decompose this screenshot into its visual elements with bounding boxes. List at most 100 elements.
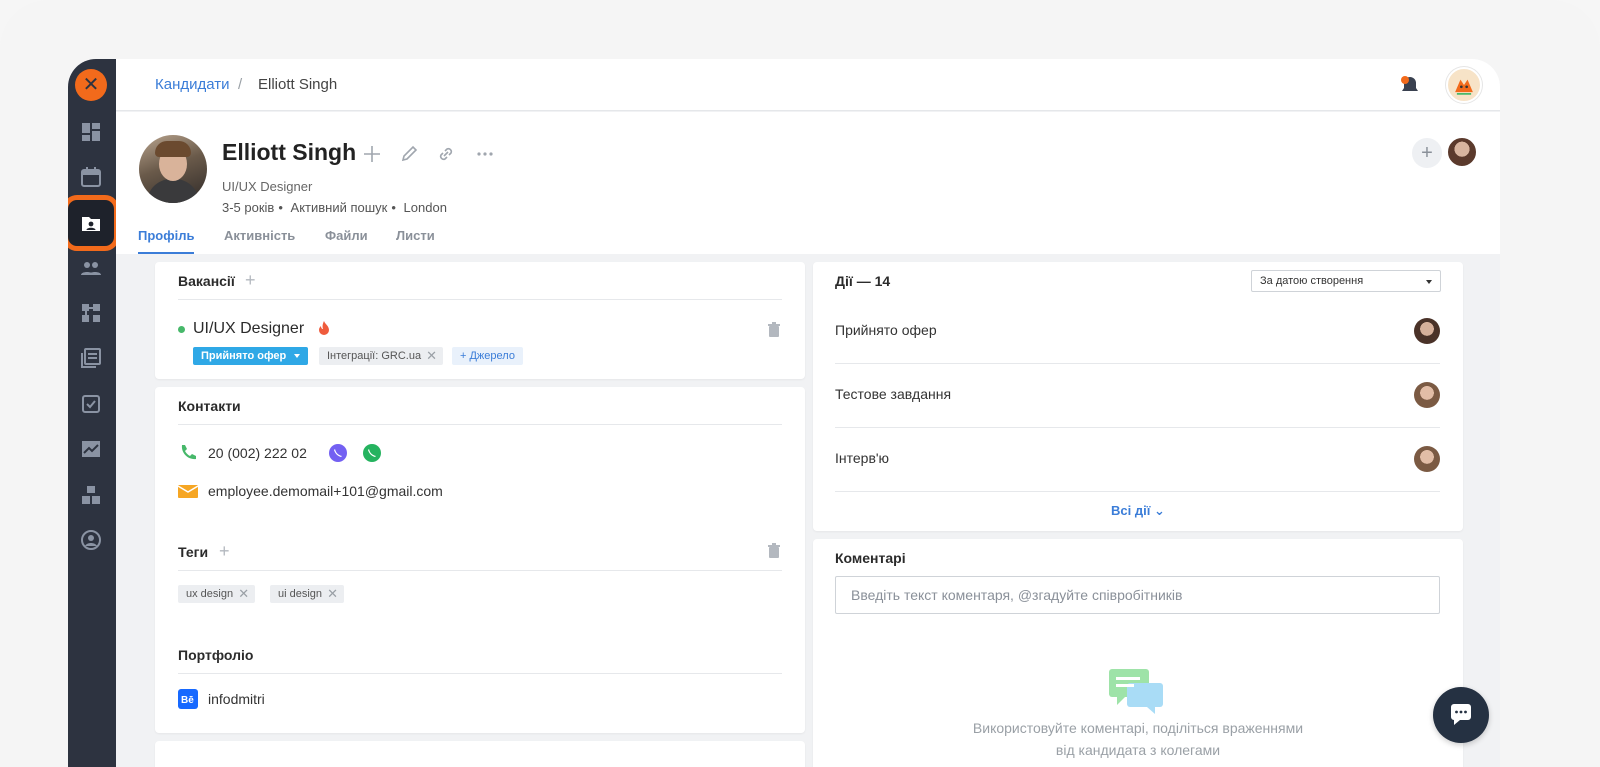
chat-support-button[interactable] bbox=[1433, 687, 1489, 743]
tag-label: ux design bbox=[186, 588, 234, 600]
library-icon[interactable] bbox=[80, 347, 102, 369]
email-address[interactable]: employee.demomail+101@gmail.com bbox=[208, 483, 443, 499]
candidate-role: UI/UX Designer bbox=[222, 179, 313, 194]
divider bbox=[178, 424, 782, 425]
tag-chip: ui design ✕ bbox=[270, 585, 345, 603]
actions-card: Дії — 14 За датою створення Прийнято офе… bbox=[813, 262, 1463, 531]
email-icon bbox=[178, 485, 198, 498]
tab-activity[interactable]: Активність bbox=[224, 228, 295, 243]
vacancies-title: Вакансії bbox=[178, 273, 235, 289]
candidates-folder-icon bbox=[82, 217, 100, 231]
behance-icon: Bē bbox=[178, 689, 198, 709]
divider bbox=[178, 673, 782, 674]
candidate-header: Elliott Singh UI/UX Designer 3-5 років • … bbox=[116, 112, 1500, 254]
comments-title: Коментарі bbox=[835, 550, 906, 566]
remove-tag-icon[interactable]: ✕ bbox=[327, 585, 338, 603]
hot-fire-icon bbox=[317, 320, 331, 336]
source-chip-label: Інтеграції: GRC.ua bbox=[327, 350, 422, 362]
tag-chip: ux design ✕ bbox=[178, 585, 256, 603]
notifications-icon[interactable] bbox=[1398, 73, 1422, 97]
actions-sort-select[interactable]: За датою створення bbox=[1251, 270, 1441, 292]
add-source-label: Джерело bbox=[469, 350, 515, 362]
edit-pencil-icon[interactable] bbox=[399, 144, 419, 164]
comments-empty-icon bbox=[1109, 667, 1165, 715]
source-chip: Інтеграції: GRC.ua ✕ bbox=[319, 347, 444, 365]
top-bar: Кандидати / Elliott Singh bbox=[116, 59, 1500, 111]
action-item[interactable]: Прийнято офер bbox=[835, 300, 1440, 364]
search-status-text: Активний пошук bbox=[290, 200, 388, 215]
whatsapp-icon[interactable] bbox=[362, 443, 382, 463]
breadcrumb-current: Elliott Singh bbox=[258, 76, 338, 93]
vacancy-status-dropdown[interactable]: Прийнято офер bbox=[193, 347, 309, 365]
add-source-button[interactable]: + Джерело bbox=[452, 347, 523, 365]
action-author-avatar bbox=[1414, 318, 1440, 344]
tab-profile[interactable]: Профіль bbox=[138, 228, 195, 254]
responsible-avatar[interactable] bbox=[1446, 136, 1478, 168]
all-actions-link[interactable]: Всі дії ⌄ bbox=[813, 503, 1463, 519]
link-icon[interactable] bbox=[436, 144, 456, 164]
actions-title: Дії — 14 bbox=[835, 273, 891, 289]
contacts-title: Контакти bbox=[178, 398, 241, 414]
more-options-icon[interactable] bbox=[475, 144, 495, 164]
tab-files[interactable]: Файли bbox=[325, 228, 368, 243]
app-window: ✕ Кандидати / Elliott Singh Elliott Sing… bbox=[68, 59, 1500, 767]
action-author-avatar bbox=[1414, 446, 1440, 472]
svg-text:Bē: Bē bbox=[181, 695, 194, 706]
action-label: Прийнято офер bbox=[835, 322, 937, 338]
action-item[interactable]: Тестове завдання bbox=[835, 364, 1440, 428]
comments-card: Коментарі Введіть текст коментаря, @згад… bbox=[813, 539, 1463, 767]
tag-label: ui design bbox=[278, 588, 323, 600]
integrations-icon[interactable] bbox=[80, 484, 102, 506]
behance-link[interactable]: infodmitri bbox=[208, 691, 265, 707]
comment-input[interactable]: Введіть текст коментаря, @згадуйте співр… bbox=[835, 576, 1440, 614]
calendar-icon[interactable] bbox=[80, 166, 102, 188]
location-text: London bbox=[403, 200, 447, 215]
fox-mascot-icon bbox=[1455, 79, 1473, 95]
action-author-avatar bbox=[1414, 382, 1440, 408]
divider bbox=[835, 491, 1440, 492]
phone-icon bbox=[181, 445, 196, 460]
add-icon[interactable] bbox=[362, 144, 382, 164]
phone-number[interactable]: 20 (002) 222 02 bbox=[208, 445, 307, 461]
tasks-icon[interactable] bbox=[80, 393, 102, 415]
divider bbox=[178, 570, 782, 571]
account-icon[interactable] bbox=[80, 529, 102, 551]
sidebar: ✕ bbox=[68, 59, 119, 767]
sidebar-item-candidates[interactable] bbox=[68, 195, 119, 251]
pipeline-icon[interactable] bbox=[80, 302, 102, 324]
analytics-icon[interactable] bbox=[80, 438, 102, 460]
remove-chip-icon[interactable]: ✕ bbox=[426, 347, 437, 365]
all-actions-label: Всі дії bbox=[1111, 503, 1151, 518]
chat-bubble-icon bbox=[1451, 704, 1471, 725]
tags-title: Теги bbox=[178, 544, 209, 560]
add-tag-icon[interactable]: + bbox=[219, 541, 230, 562]
vacancies-card: Вакансії + UI/UX Designer Прийнято офер … bbox=[155, 262, 805, 379]
comments-empty-text: Використовуйте коментарі, поділіться вра… bbox=[972, 720, 1304, 758]
delete-vacancy-icon[interactable] bbox=[767, 322, 781, 338]
candidate-meta: 3-5 років • Активний пошук • London bbox=[222, 200, 451, 215]
breadcrumb-candidates-link[interactable]: Кандидати bbox=[155, 76, 230, 93]
logo-x-icon: ✕ bbox=[82, 74, 100, 96]
meta-dot: • bbox=[391, 200, 396, 215]
tab-emails[interactable]: Листи bbox=[396, 228, 435, 243]
delete-tags-icon[interactable] bbox=[767, 543, 781, 559]
dashboard-icon[interactable] bbox=[80, 121, 102, 143]
remove-tag-icon[interactable]: ✕ bbox=[238, 585, 249, 603]
contacts-card: Контакти 20 (002) 222 02 employee.demoma… bbox=[155, 387, 805, 733]
brand-logo[interactable]: ✕ bbox=[75, 69, 107, 101]
team-icon[interactable] bbox=[80, 257, 102, 279]
add-vacancy-icon[interactable]: + bbox=[245, 270, 256, 291]
viber-icon[interactable] bbox=[328, 443, 348, 463]
experience-text: 3-5 років bbox=[222, 200, 275, 215]
action-label: Тестове завдання bbox=[835, 386, 952, 402]
candidate-name: Elliott Singh bbox=[222, 139, 357, 165]
action-item[interactable]: Інтерв'ю bbox=[835, 428, 1440, 492]
next-card bbox=[155, 741, 805, 767]
vacancy-title[interactable]: UI/UX Designer bbox=[193, 320, 304, 338]
user-avatar[interactable] bbox=[1446, 67, 1482, 103]
divider bbox=[178, 299, 782, 300]
candidate-photo bbox=[139, 135, 207, 203]
breadcrumb-separator: / bbox=[238, 76, 243, 93]
action-label: Інтерв'ю bbox=[835, 450, 890, 466]
add-responsible-button[interactable]: + bbox=[1412, 138, 1442, 168]
